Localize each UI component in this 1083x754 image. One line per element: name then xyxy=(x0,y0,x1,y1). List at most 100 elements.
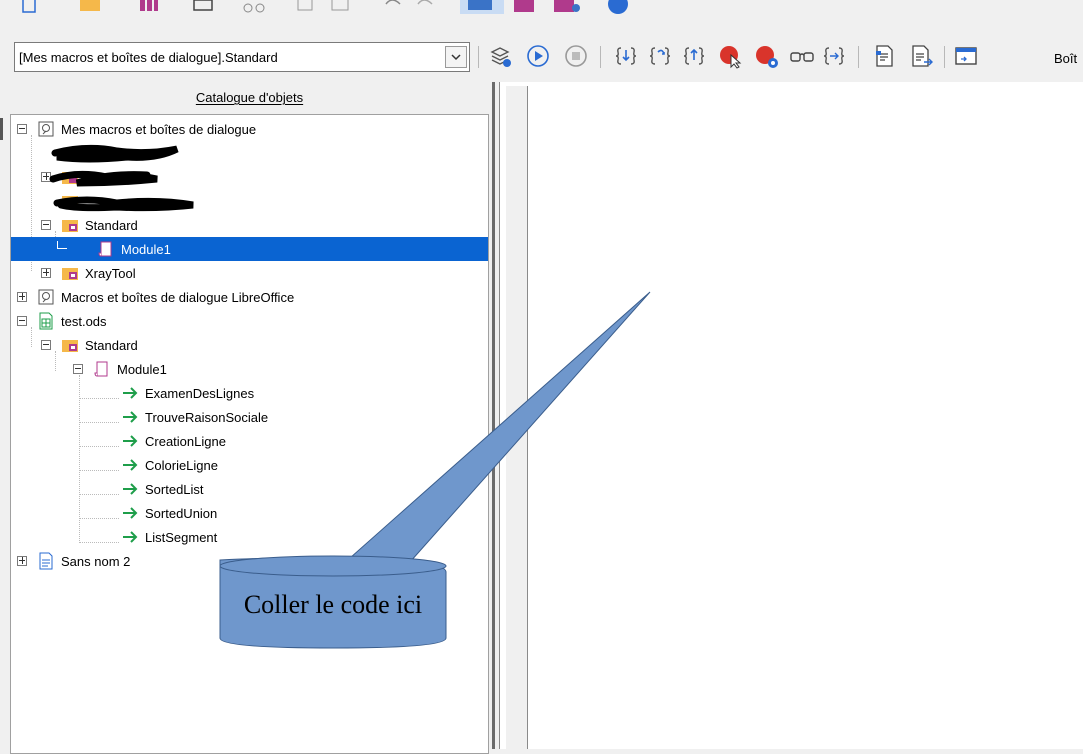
expand-icon[interactable] xyxy=(17,556,27,566)
tree-item-macro[interactable]: SortedUnion xyxy=(11,501,488,525)
edit-mode-icon[interactable] xyxy=(460,0,504,17)
module-icon xyxy=(97,240,115,258)
toolbar-separator xyxy=(944,46,945,68)
object-catalog-panel: Catalogue d'objets Mes macros et boîtes … xyxy=(10,82,489,754)
step-into-icon[interactable] xyxy=(612,42,640,70)
spreadsheet-icon xyxy=(37,312,55,330)
toolbar-separator xyxy=(478,46,479,68)
tree-item-label: ListSegment xyxy=(145,530,218,545)
manage-breakpoints-icon[interactable] xyxy=(752,42,780,70)
arrow-right-icon xyxy=(121,384,139,402)
tree-item-label: Module1 xyxy=(117,362,167,377)
tree-item-macro[interactable]: SortedList xyxy=(11,477,488,501)
cut-icon[interactable] xyxy=(296,0,318,17)
tree-item-label: SortedList xyxy=(145,482,204,497)
dialog-icon[interactable] xyxy=(552,0,582,17)
macro-toolbar: [Mes macros et boîtes de dialogue].Stand… xyxy=(0,38,1083,78)
tree-item-macro[interactable]: TrouveRaisonSociale xyxy=(11,405,488,429)
callout-text: Coller le code ici xyxy=(243,590,423,619)
compile-icon[interactable] xyxy=(870,42,898,70)
macro-container-icon xyxy=(37,288,55,306)
collapse-icon[interactable] xyxy=(41,220,51,230)
panel-splitter[interactable] xyxy=(489,82,499,749)
chevron-down-icon[interactable] xyxy=(445,46,467,68)
select-module-icon[interactable] xyxy=(486,42,514,70)
tree-item-macro[interactable]: ListSegment xyxy=(11,525,488,549)
toolbar-separator xyxy=(600,46,601,68)
tree-item-label: Module1 xyxy=(121,242,171,257)
expand-icon[interactable] xyxy=(17,292,27,302)
insert-dialog-icon[interactable] xyxy=(952,42,980,70)
tree-item-xraytool[interactable]: XrayTool xyxy=(11,261,488,285)
new-icon[interactable] xyxy=(22,0,38,17)
library-folder-icon xyxy=(61,264,79,282)
collapse-icon[interactable] xyxy=(73,364,83,374)
toolbar-separator xyxy=(858,46,859,68)
run-icon[interactable] xyxy=(524,42,552,70)
text-document-icon xyxy=(37,552,55,570)
breakpoint-icon[interactable] xyxy=(716,42,744,70)
library-folder-icon xyxy=(61,336,79,354)
find-parentheses-icon[interactable] xyxy=(820,42,848,70)
tree-item-macro[interactable]: ColorieLigne xyxy=(11,453,488,477)
window-edge xyxy=(0,118,3,140)
line-number-margin xyxy=(506,86,528,749)
library-selector[interactable]: [Mes macros et boîtes de dialogue].Stand… xyxy=(14,42,470,72)
insert-dialog-label[interactable]: Boît xyxy=(1054,51,1077,66)
library-folder-icon xyxy=(61,216,79,234)
arrow-right-icon xyxy=(121,504,139,522)
expand-icon[interactable] xyxy=(41,268,51,278)
form-icon[interactable] xyxy=(512,0,538,17)
tree-item-my-macros[interactable]: Mes macros et boîtes de dialogue xyxy=(11,117,488,141)
module-icon xyxy=(93,360,111,378)
tree-guide xyxy=(57,241,67,249)
open-icon[interactable] xyxy=(78,0,102,17)
tree-item-test-ods[interactable]: test.ods xyxy=(11,309,488,333)
undo-icon[interactable] xyxy=(382,0,404,17)
library-icon[interactable] xyxy=(138,0,160,17)
arrow-right-icon xyxy=(121,408,139,426)
catalog-title: Catalogue d'objets xyxy=(10,82,489,114)
arrow-right-icon xyxy=(121,480,139,498)
step-out-icon[interactable] xyxy=(680,42,708,70)
tree-item-module1[interactable]: Module1 xyxy=(11,357,488,381)
help-icon[interactable] xyxy=(606,0,630,17)
tree-item-sans-nom-2[interactable]: Sans nom 2 xyxy=(11,549,488,573)
print-icon[interactable] xyxy=(192,0,214,17)
tree-item-libreoffice-macros[interactable]: Macros et boîtes de dialogue LibreOffice xyxy=(11,285,488,309)
tree-item-label: TrouveRaisonSociale xyxy=(145,410,269,425)
tree-item-macro[interactable]: CreationLigne xyxy=(11,429,488,453)
stop-icon[interactable] xyxy=(562,42,590,70)
watch-icon[interactable] xyxy=(788,42,816,70)
tree-item-label: Standard xyxy=(85,338,138,353)
tree-item-label: Standard xyxy=(85,218,138,233)
collapse-icon[interactable] xyxy=(17,316,27,326)
tree-item-macro[interactable]: ExamenDesLignes xyxy=(11,381,488,405)
tree-item-standard[interactable]: Standard xyxy=(11,333,488,357)
arrow-right-icon xyxy=(121,528,139,546)
step-over-icon[interactable] xyxy=(646,42,674,70)
find-icon[interactable] xyxy=(240,0,270,17)
paste-icon[interactable] xyxy=(330,0,352,17)
tree-item-label: XrayTool xyxy=(85,266,136,281)
tree-item-label: test.ods xyxy=(61,314,107,329)
arrow-right-icon xyxy=(121,456,139,474)
tree-item-label: CreationLigne xyxy=(145,434,226,449)
export-icon[interactable] xyxy=(906,42,934,70)
collapse-icon[interactable] xyxy=(17,124,27,134)
collapse-icon[interactable] xyxy=(41,340,51,350)
top-toolbar-partial xyxy=(0,0,1083,22)
tree-item-standard[interactable]: Standard xyxy=(11,213,488,237)
tree-item-module1-selected[interactable]: Module1 xyxy=(11,237,488,261)
catalog-title-label: Catalogue d'objets xyxy=(195,90,304,105)
macro-container-icon xyxy=(37,120,55,138)
code-editor[interactable] xyxy=(499,82,1083,749)
library-selector-value: [Mes macros et boîtes de dialogue].Stand… xyxy=(19,50,278,65)
tree-item-label: ExamenDesLignes xyxy=(145,386,255,401)
redo-icon[interactable] xyxy=(414,0,436,17)
tree-item-label: Sans nom 2 xyxy=(61,554,131,569)
tree-item-label: Mes macros et boîtes de dialogue xyxy=(61,122,257,137)
object-tree[interactable]: Mes macros et boîtes de dialogue Standar… xyxy=(10,114,489,754)
tree-item-label: SortedUnion xyxy=(145,506,218,521)
tree-item-label: Macros et boîtes de dialogue LibreOffice xyxy=(61,290,295,305)
